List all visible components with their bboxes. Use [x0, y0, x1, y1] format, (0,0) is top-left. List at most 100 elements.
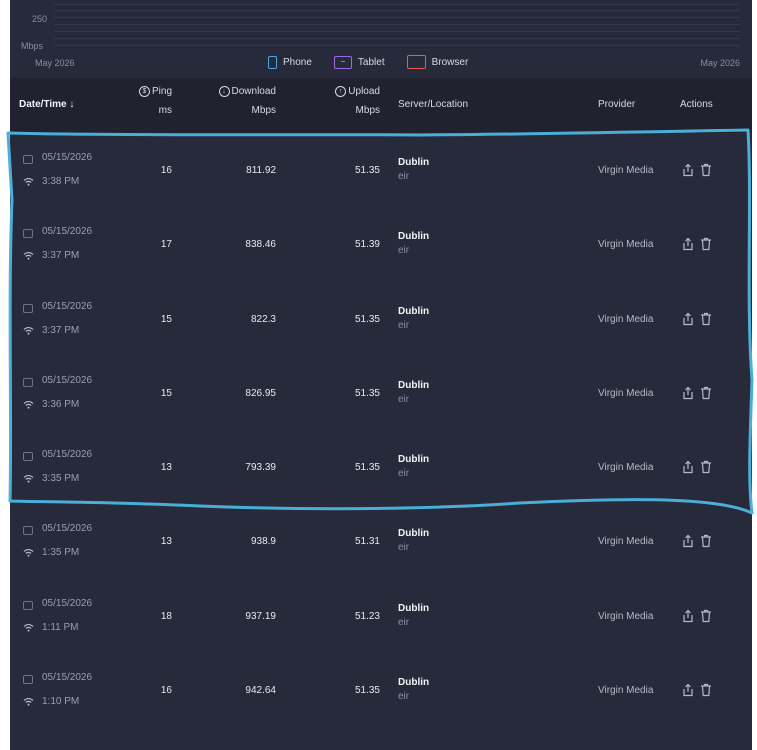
ping-header-label: Ping — [151, 86, 172, 97]
table-row[interactable]: 05/15/2026 3:35 PM 13 793.39 51.35 Dubli… — [10, 430, 752, 504]
row-date: 05/15/2026 — [42, 152, 93, 163]
row-checkbox[interactable] — [23, 229, 33, 239]
wifi-icon — [23, 623, 34, 632]
row-download: 942.64 — [245, 685, 276, 697]
download-arrow-icon: ↓ — [218, 85, 230, 97]
row-upload: 51.35 — [354, 165, 380, 176]
row-server-city: Dublin — [398, 454, 430, 466]
wifi-icon — [23, 475, 34, 483]
legend-phone[interactable]: Phone — [268, 55, 312, 69]
row-ping: 13 — [160, 536, 172, 548]
row-upload: 51.35 — [354, 313, 380, 325]
share-icon[interactable] — [682, 386, 694, 400]
table-row[interactable]: 05/15/2026 3:37 PM 15 822.3 51.35 Dublin… — [10, 282, 752, 356]
row-checkbox[interactable] — [23, 303, 33, 313]
upload-column-header[interactable]: ↑ Upload Mbps — [325, 82, 380, 120]
ping-icon: $ — [138, 85, 150, 97]
wifi-icon — [23, 252, 34, 260]
wifi-icon — [23, 698, 34, 706]
table-row[interactable]: 05/15/2026 3:36 PM 15 826.95 51.35 Dubli… — [10, 356, 752, 430]
row-checkbox[interactable] — [23, 600, 33, 610]
row-server-isp: eir — [398, 319, 410, 331]
tablet-icon — [333, 55, 352, 69]
trash-icon[interactable] — [700, 460, 712, 474]
row-server-city: Dublin — [398, 677, 430, 689]
row-date: 05/15/2026 — [42, 449, 93, 461]
row-download: 838.46 — [245, 239, 276, 251]
chart-legend: Phone Tablet Browser — [268, 55, 468, 69]
download-unit: Mbps — [251, 105, 276, 116]
row-checkbox[interactable] — [23, 377, 33, 387]
grid-line — [54, 24, 740, 25]
share-icon[interactable] — [682, 683, 694, 697]
upload-unit: Mbps — [355, 105, 380, 116]
row-ping: 15 — [160, 387, 172, 399]
row-server-isp: eir — [398, 616, 410, 628]
ping-column-header[interactable]: $ Ping ms — [134, 82, 172, 120]
trash-icon[interactable] — [700, 683, 712, 697]
row-checkbox[interactable] — [23, 452, 33, 462]
row-server-isp: eir — [398, 468, 410, 480]
row-time: 3:38 PM — [42, 176, 80, 187]
grid-line — [54, 31, 740, 32]
wifi-icon — [23, 326, 34, 335]
row-time: 1:11 PM — [42, 621, 79, 633]
grid-line — [54, 45, 740, 46]
trash-icon[interactable] — [700, 163, 712, 177]
row-checkbox[interactable] — [23, 526, 33, 536]
share-icon[interactable] — [682, 312, 694, 326]
row-server-city: Dublin — [398, 528, 430, 540]
trash-icon[interactable] — [700, 312, 712, 326]
table-row[interactable]: 05/15/2026 1:11 PM 18 937.19 51.23 Dubli… — [10, 579, 752, 653]
row-server-city: Dublin — [398, 231, 430, 243]
row-time: 3:37 PM — [42, 250, 80, 262]
row-date: 05/15/2026 — [42, 523, 93, 535]
share-icon[interactable] — [682, 237, 694, 251]
row-server-city: Dublin — [398, 379, 430, 391]
row-date: 05/15/2026 — [42, 597, 93, 609]
share-icon[interactable] — [682, 163, 694, 177]
table-row[interactable]: 05/15/2026 3:37 PM 17 838.46 51.39 Dubli… — [10, 207, 752, 281]
row-provider: Virgin Media — [598, 536, 654, 548]
grid-line — [54, 4, 740, 5]
share-icon[interactable] — [682, 460, 694, 474]
row-provider: Virgin Media — [598, 165, 654, 176]
row-provider: Virgin Media — [598, 610, 654, 622]
row-ping: 15 — [160, 313, 172, 325]
row-download: 793.39 — [245, 462, 276, 474]
trash-icon[interactable] — [700, 609, 712, 623]
wifi-icon — [23, 177, 34, 186]
row-provider: Virgin Media — [598, 685, 654, 697]
trash-icon[interactable] — [700, 237, 712, 251]
row-download: 937.19 — [245, 610, 276, 622]
row-time: 3:35 PM — [42, 473, 80, 485]
upload-header-label: Upload — [348, 86, 380, 97]
row-upload: 51.35 — [354, 387, 380, 399]
server-column-header[interactable]: Server/Location — [398, 95, 468, 114]
share-icon[interactable] — [682, 534, 694, 548]
row-download: 811.92 — [246, 165, 276, 176]
grid-line — [54, 10, 740, 11]
trash-icon[interactable] — [700, 534, 712, 548]
row-server-isp: eir — [398, 245, 410, 257]
row-checkbox[interactable] — [23, 155, 33, 164]
table-row[interactable]: 05/15/2026 1:35 PM 13 938.9 51.31 Dublin… — [10, 504, 752, 578]
row-server-city: Dublin — [398, 157, 430, 168]
row-download: 826.95 — [245, 387, 276, 399]
legend-tablet[interactable]: Tablet — [333, 55, 385, 69]
upload-arrow-icon: ↑ — [335, 85, 347, 97]
row-ping: 13 — [160, 462, 172, 474]
row-checkbox[interactable] — [23, 675, 33, 685]
legend-browser[interactable]: Browser — [406, 55, 468, 69]
row-server-city: Dublin — [398, 305, 430, 317]
trash-icon[interactable] — [700, 386, 712, 400]
row-date: 05/15/2026 — [42, 672, 93, 684]
table-row[interactable]: 05/15/2026 3:38 PM 16 811.92 51.35 Dubli… — [10, 133, 752, 207]
table-row[interactable]: 05/15/2026 1:10 PM 16 942.64 51.35 Dubli… — [10, 653, 752, 727]
provider-column-header[interactable]: Provider — [598, 95, 635, 114]
share-icon[interactable] — [682, 609, 694, 623]
legend-phone-label: Phone — [283, 56, 312, 68]
download-column-header[interactable]: ↓ Download Mbps — [206, 82, 276, 120]
date-time-column-header[interactable]: Date/Time ↓ — [19, 95, 74, 114]
row-date: 05/15/2026 — [42, 226, 93, 238]
